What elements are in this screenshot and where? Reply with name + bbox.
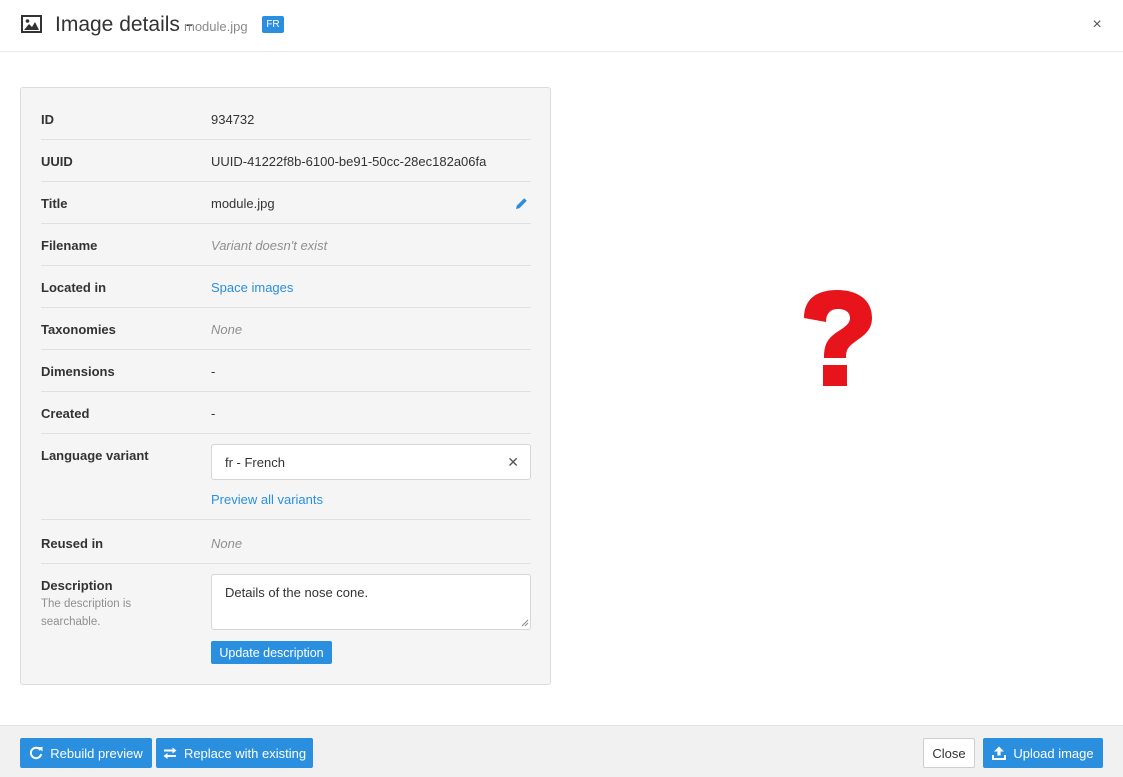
detail-row-language-variant: Language variant fr - French ✕ Preview a… bbox=[41, 444, 531, 520]
detail-value: None bbox=[211, 322, 243, 337]
preview-all-variants-link[interactable]: Preview all variants bbox=[211, 492, 323, 507]
upload-image-button[interactable]: Upload image bbox=[983, 738, 1103, 768]
modal-title: Image details - bbox=[55, 13, 193, 36]
detail-value: Variant doesn't exist bbox=[211, 238, 328, 253]
detail-label: Located in bbox=[41, 280, 107, 295]
detail-row-filename: Filename Variant doesn't exist bbox=[41, 238, 531, 266]
detail-row-located-in: Located in Space images bbox=[41, 280, 531, 308]
upload-image-label: Upload image bbox=[1013, 745, 1094, 761]
detail-value: 934732 bbox=[211, 112, 255, 127]
modal-title-filename: module.jpg bbox=[184, 19, 248, 34]
detail-row-description: Description The description is searchabl… bbox=[41, 574, 531, 670]
rebuild-preview-button[interactable]: Rebuild preview bbox=[20, 738, 152, 768]
refresh-icon bbox=[30, 746, 43, 760]
close-icon[interactable]: × bbox=[1089, 17, 1105, 33]
detail-value: module.jpg bbox=[211, 196, 275, 211]
detail-value: UUID-41222f8b-6100-be91-50cc-28ec182a06f… bbox=[211, 154, 487, 169]
language-variant-value: fr - French bbox=[225, 455, 285, 470]
detail-value: None bbox=[211, 536, 243, 551]
detail-label: Title bbox=[41, 196, 68, 211]
located-in-link[interactable]: Space images bbox=[211, 280, 293, 295]
pencil-icon[interactable] bbox=[515, 197, 528, 210]
clear-selection-icon[interactable]: ✕ bbox=[507, 454, 519, 471]
language-variant-select[interactable]: fr - French ✕ bbox=[211, 444, 531, 480]
detail-row-created: Created - bbox=[41, 406, 531, 434]
question-mark-icon bbox=[804, 290, 872, 386]
detail-row-uuid: UUID UUID-41222f8b-6100-be91-50cc-28ec18… bbox=[41, 154, 531, 182]
upload-icon bbox=[992, 746, 1007, 760]
detail-label: ID bbox=[41, 112, 54, 127]
close-button[interactable]: Close bbox=[923, 738, 975, 768]
rebuild-preview-label: Rebuild preview bbox=[50, 745, 143, 761]
detail-label: Language variant bbox=[41, 448, 149, 463]
description-textarea[interactable]: Details of the nose cone. bbox=[211, 574, 531, 630]
detail-label: Filename bbox=[41, 238, 98, 253]
swap-arrows-icon bbox=[163, 747, 177, 759]
description-hint: The description is searchable. bbox=[41, 598, 132, 628]
replace-with-existing-label: Replace with existing bbox=[183, 745, 307, 761]
details-panel: ID 934732 UUID UUID-41222f8b-6100-be91-5… bbox=[20, 87, 551, 685]
detail-row-reused-in: Reused in None bbox=[41, 536, 531, 564]
replace-with-existing-button[interactable]: Replace with existing bbox=[156, 738, 313, 768]
detail-label: Created bbox=[41, 406, 90, 421]
update-description-button[interactable]: Update description bbox=[211, 641, 332, 664]
modal-footer: Rebuild preview Replace with existing Cl… bbox=[0, 725, 1123, 777]
image-details-modal: Image details - module.jpg FR × ID 93473… bbox=[0, 0, 1123, 777]
language-badge: FR bbox=[262, 16, 284, 33]
modal-header: Image details - module.jpg FR × bbox=[0, 0, 1123, 52]
detail-label: UUID bbox=[41, 154, 73, 169]
detail-row-title: Title module.jpg bbox=[41, 196, 531, 224]
detail-label: Taxonomies bbox=[41, 322, 116, 337]
resize-handle-icon[interactable] bbox=[521, 619, 529, 627]
detail-label: Dimensions bbox=[41, 364, 115, 379]
image-icon bbox=[21, 15, 42, 33]
detail-value: - bbox=[211, 406, 216, 421]
detail-label: Description bbox=[41, 578, 113, 593]
detail-row-dimensions: Dimensions - bbox=[41, 364, 531, 392]
detail-row-taxonomies: Taxonomies None bbox=[41, 322, 531, 350]
detail-row-id: ID 934732 bbox=[41, 112, 531, 140]
detail-label: Reused in bbox=[41, 536, 104, 551]
detail-value: - bbox=[211, 364, 216, 379]
